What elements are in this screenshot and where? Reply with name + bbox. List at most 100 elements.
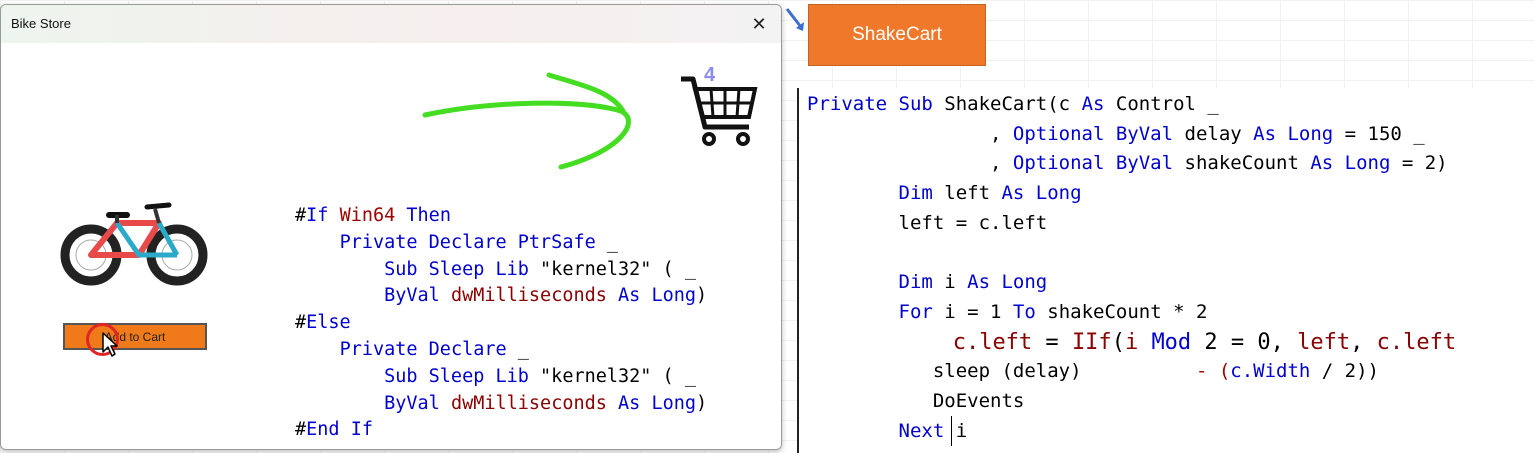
code-token: c.left (952, 329, 1033, 355)
close-icon[interactable]: ✕ (737, 5, 781, 43)
cart-count-badge: 4 (704, 64, 716, 86)
code-token: Else (306, 312, 351, 334)
add-to-cart-button[interactable]: Add to Cart (63, 323, 207, 350)
code-token: ByVal (384, 392, 440, 414)
code-token: As Long (618, 285, 696, 307)
code-line: For i = 1 To shakeCount * 2 (807, 298, 1456, 328)
code-line: Next i (807, 417, 1456, 447)
code-line: sleep (delay) - (c.Width / 2)) (807, 357, 1456, 387)
code-token: dwMilliseconds (450, 392, 607, 414)
code-token: # (295, 312, 307, 334)
declare-code-snippet: #If Win64 Then Private Declare PtrSafe _… (295, 203, 707, 444)
code-token: # (295, 205, 307, 226)
code-token: delay (1173, 122, 1254, 145)
code-line: , Optional ByVal delay As Long = 150 _ (807, 120, 1456, 150)
code-line: #If Win64 Then (295, 203, 707, 230)
shakecart-code: Private Sub ShakeCart(c As Control _ , O… (807, 90, 1456, 446)
code-token: # (295, 419, 307, 441)
code-token: ShakeCart(c (932, 93, 1082, 115)
code-token: End If (306, 419, 373, 441)
form-client-area: 4 Add to Cart #If Win64 Then Private Dec… (1, 43, 781, 449)
code-token: - ( (1195, 360, 1231, 383)
code-line: left = c.left (807, 209, 1456, 239)
shopping-cart-icon (681, 76, 758, 146)
code-token: If (306, 205, 329, 226)
code-line: Private Declare PtrSafe _ (295, 230, 707, 257)
code-line: ByVal dwMilliseconds As Long) (295, 391, 707, 418)
code-token: ) (696, 392, 708, 414)
code-token: i (944, 419, 968, 442)
code-token: c.left (1376, 329, 1457, 355)
code-line: Sub Sleep Lib "kernel32" ( _ (295, 364, 707, 391)
code-token: left (932, 182, 1002, 205)
code-line: c.left = IIf(i Mod 2 = 0, left, c.left (807, 328, 1456, 358)
code-token: Dim (898, 271, 933, 294)
code-token: Next (898, 419, 945, 442)
code-token: Control _ (1104, 93, 1219, 115)
code-token: = 2) (1390, 152, 1448, 175)
code-token: For (898, 300, 933, 323)
vba-code-panel[interactable]: Private Sub ShakeCart(c As Control _ , O… (797, 88, 1534, 453)
code-token: c.Width (1230, 360, 1311, 383)
code-token: Win64 (339, 205, 396, 226)
code-token: shakeCount * 2 (1035, 300, 1208, 323)
code-token: IIf (1071, 329, 1112, 355)
code-token: Dim (898, 182, 933, 205)
code-line: Private Sub ShakeCart(c As Control _ (807, 90, 1456, 120)
pointer-arrow-icon (785, 8, 804, 31)
code-token: ( (1111, 329, 1125, 355)
bike-image (60, 202, 208, 286)
code-token: , (807, 122, 1013, 145)
code-token: i (1124, 329, 1139, 355)
code-line: Sub Sleep Lib "kernel32" ( _ (295, 257, 707, 284)
code-token: _ (506, 338, 529, 360)
code-token: Sub Sleep Lib (384, 365, 529, 387)
code-line: DoEvents (807, 387, 1456, 417)
code-token: As Long (1253, 122, 1334, 145)
code-token: "kernel32" ( _ (528, 365, 696, 387)
code-token: 2 = 0, (1191, 329, 1298, 355)
code-line: Dim i As Long (807, 268, 1456, 298)
code-token: As Long (1310, 152, 1391, 175)
code-token: Private Sub (807, 93, 933, 115)
code-token: Private Declare PtrSafe (339, 231, 596, 253)
window-titlebar[interactable]: Bike Store ✕ (1, 5, 781, 43)
code-token: , (1350, 329, 1377, 355)
code-token: i (932, 271, 968, 294)
window-title: Bike Store (11, 16, 71, 31)
code-token: left (1297, 329, 1351, 355)
code-token: = (1032, 329, 1072, 355)
code-token: / 2)) (1310, 360, 1379, 383)
code-token: As (1081, 93, 1105, 115)
code-token: dwMilliseconds (450, 285, 607, 307)
code-line: ByVal dwMilliseconds As Long) (295, 283, 707, 310)
code-token: left = c.left (807, 211, 1048, 234)
code-token: ) (696, 285, 708, 307)
code-token: Optional ByVal (1012, 122, 1174, 145)
code-token: Private Declare (339, 338, 507, 360)
shakecart-label: ShakeCart (808, 4, 986, 66)
code-token: Optional ByVal (1012, 152, 1174, 175)
green-arrow-annotation (422, 72, 631, 170)
code-token: _ (595, 231, 619, 253)
code-token: Mod (1151, 329, 1192, 355)
code-token: = 150 _ (1333, 122, 1425, 145)
code-token: As Long (967, 271, 1048, 294)
code-token: To (1012, 300, 1036, 323)
